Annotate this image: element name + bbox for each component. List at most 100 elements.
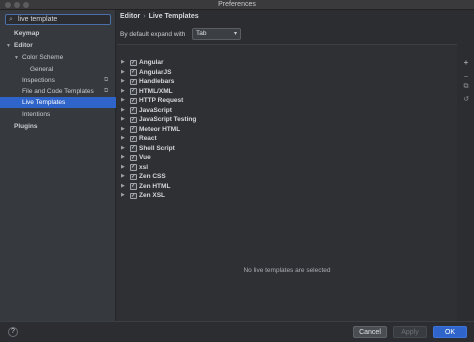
template-group-name: React (139, 135, 157, 142)
window-title: Preferences (218, 1, 256, 8)
expand-with-label: By default expand with (120, 31, 186, 38)
template-group-row[interactable]: ▶ ✓ xsl (121, 163, 321, 173)
templates-toolbar: + − ⧉ ↺ (457, 44, 474, 321)
template-group-row[interactable]: ▶ ✓ Shell Script (121, 144, 321, 154)
sidebar-item-label: Live Templates (22, 99, 66, 106)
template-group-row[interactable]: ▶ ✓ AngularJS (121, 68, 321, 78)
template-group-checkbox[interactable]: ✓ (130, 69, 137, 76)
collapsed-triangle-icon[interactable]: ▶ (121, 58, 125, 68)
expanded-triangle-icon[interactable]: ▼ (6, 41, 14, 52)
template-group-checkbox[interactable]: ✓ (130, 173, 137, 180)
template-group-checkbox[interactable]: ✓ (130, 116, 137, 123)
template-group-checkbox[interactable]: ✓ (130, 107, 137, 114)
collapsed-triangle-icon[interactable]: ▶ (121, 87, 125, 97)
template-group-name: xsl (139, 163, 149, 171)
template-group-name: Zen CSS (139, 173, 166, 180)
template-group-checkbox[interactable]: ✓ (130, 97, 137, 104)
breadcrumb-parent[interactable]: Editor (120, 13, 140, 20)
template-group-checkbox[interactable]: ✓ (130, 59, 137, 66)
help-button[interactable]: ? (8, 327, 18, 337)
search-icon: ⌕ (9, 16, 13, 23)
template-group-name: JavaScript (139, 106, 172, 114)
cancel-button[interactable]: Cancel (353, 326, 387, 338)
collapsed-triangle-icon[interactable]: ▶ (121, 182, 125, 192)
chevron-down-icon: ▾ (233, 31, 237, 37)
sidebar-item-color-scheme[interactable]: ▼ Color Scheme (0, 52, 116, 63)
template-group-name: Shell Script (139, 144, 175, 152)
settings-search-input[interactable]: ⌕ live template (5, 14, 111, 25)
sidebar-item-label: Intentions (22, 111, 51, 118)
settings-sidebar: ⌕ live template Keymap ▼ Editor ▼ Color Sc… (0, 10, 116, 321)
collapsed-triangle-icon[interactable]: ▶ (121, 125, 125, 135)
breadcrumb-current: Live Templates (148, 13, 199, 20)
empty-selection-message: No live templates are selected (243, 267, 331, 274)
collapsed-triangle-icon[interactable]: ▶ (121, 134, 125, 144)
expand-with-value: Tab (196, 30, 207, 37)
template-group-row[interactable]: ▶ ✓ HTTP Request (121, 96, 321, 106)
sidebar-item-label: Inspections (22, 77, 55, 84)
sidebar-item-inspections[interactable]: Inspections ⧉ (0, 75, 116, 86)
template-group-row[interactable]: ▶ ✓ React (121, 134, 321, 144)
template-group-checkbox[interactable]: ✓ (130, 145, 137, 152)
template-group-checkbox[interactable]: ✓ (130, 164, 137, 171)
template-group-row[interactable]: ▶ ✓ JavaScript Testing (121, 115, 321, 125)
template-group-name: Zen HTML (139, 182, 171, 190)
template-group-name: Zen XSL (139, 192, 166, 199)
collapsed-triangle-icon[interactable]: ▶ (121, 96, 125, 106)
template-group-checkbox[interactable]: ✓ (130, 154, 137, 161)
breadcrumb: Editor › Live Templates (120, 13, 199, 20)
sidebar-item-label: General (30, 66, 54, 73)
sidebar-item-live-templates[interactable]: Live Templates (0, 97, 116, 108)
add-icon[interactable]: + (461, 58, 471, 68)
copy-icon[interactable]: ⧉ (461, 82, 471, 92)
collapsed-triangle-icon[interactable]: ▶ (121, 144, 125, 154)
sidebar-item-label: Editor (14, 42, 33, 49)
ok-button[interactable]: OK (433, 326, 467, 338)
sidebar-item-file-and-code-templates[interactable]: File and Code Templates ⧉ (0, 86, 116, 97)
remove-icon[interactable]: − (461, 72, 471, 82)
template-group-row[interactable]: ▶ ✓ Zen CSS (121, 172, 321, 182)
collapsed-triangle-icon[interactable]: ▶ (121, 153, 125, 163)
apply-button[interactable]: Apply (393, 326, 427, 338)
template-group-name: HTML/XML (139, 87, 173, 95)
template-group-row[interactable]: ▶ ✓ Meteor HTML (121, 125, 321, 135)
template-group-checkbox[interactable]: ✓ (130, 126, 137, 133)
restore-icon[interactable]: ↺ (461, 95, 471, 105)
template-group-row[interactable]: ▶ ✓ JavaScript (121, 106, 321, 116)
collapsed-triangle-icon[interactable]: ▶ (121, 68, 125, 78)
templates-tree: ▶ ✓ Angular ▶ ✓ AngularJS ▶ ✓ Handlebars… (117, 44, 457, 321)
collapsed-triangle-icon[interactable]: ▶ (121, 106, 125, 116)
template-group-checkbox[interactable]: ✓ (130, 78, 137, 85)
sidebar-item-plugins[interactable]: Plugins (0, 121, 116, 132)
template-group-row[interactable]: ▶ ✓ Zen XSL (121, 191, 321, 201)
template-group-row[interactable]: ▶ ✓ Handlebars (121, 77, 321, 87)
expand-with-select[interactable]: Tab ▾ (192, 28, 241, 40)
template-group-row[interactable]: ▶ ✓ Vue (121, 153, 321, 163)
sidebar-item-intentions[interactable]: Intentions (0, 109, 116, 120)
dialog-footer: ? Cancel Apply OK (0, 321, 474, 342)
live-templates-panel: Editor › Live Templates By default expand … (117, 10, 474, 321)
template-group-name: Angular (139, 59, 164, 66)
collapsed-triangle-icon[interactable]: ▶ (121, 172, 125, 182)
sidebar-item-label: Color Scheme (22, 54, 64, 61)
title-bar: Preferences (0, 0, 474, 10)
template-group-name: Meteor HTML (139, 125, 181, 133)
sidebar-item-general[interactable]: General (0, 64, 116, 75)
sidebar-item-editor[interactable]: ▼ Editor (0, 40, 116, 51)
template-group-row[interactable]: ▶ ✓ Zen HTML (121, 182, 321, 192)
collapsed-triangle-icon[interactable]: ▶ (121, 77, 125, 87)
sidebar-item-label: Keymap (14, 30, 40, 37)
template-group-name: HTTP Request (139, 97, 184, 104)
expanded-triangle-icon[interactable]: ▼ (14, 53, 22, 64)
sidebar-item-label: File and Code Templates (22, 88, 94, 95)
template-group-checkbox[interactable]: ✓ (130, 88, 137, 95)
template-group-checkbox[interactable]: ✓ (130, 192, 137, 199)
collapsed-triangle-icon[interactable]: ▶ (121, 115, 125, 125)
sidebar-item-keymap[interactable]: Keymap (0, 28, 116, 39)
template-group-checkbox[interactable]: ✓ (130, 183, 137, 190)
collapsed-triangle-icon[interactable]: ▶ (121, 163, 125, 173)
template-group-row[interactable]: ▶ ✓ Angular (121, 58, 321, 68)
template-group-row[interactable]: ▶ ✓ HTML/XML (121, 87, 321, 97)
collapsed-triangle-icon[interactable]: ▶ (121, 191, 125, 201)
template-group-checkbox[interactable]: ✓ (130, 135, 137, 142)
